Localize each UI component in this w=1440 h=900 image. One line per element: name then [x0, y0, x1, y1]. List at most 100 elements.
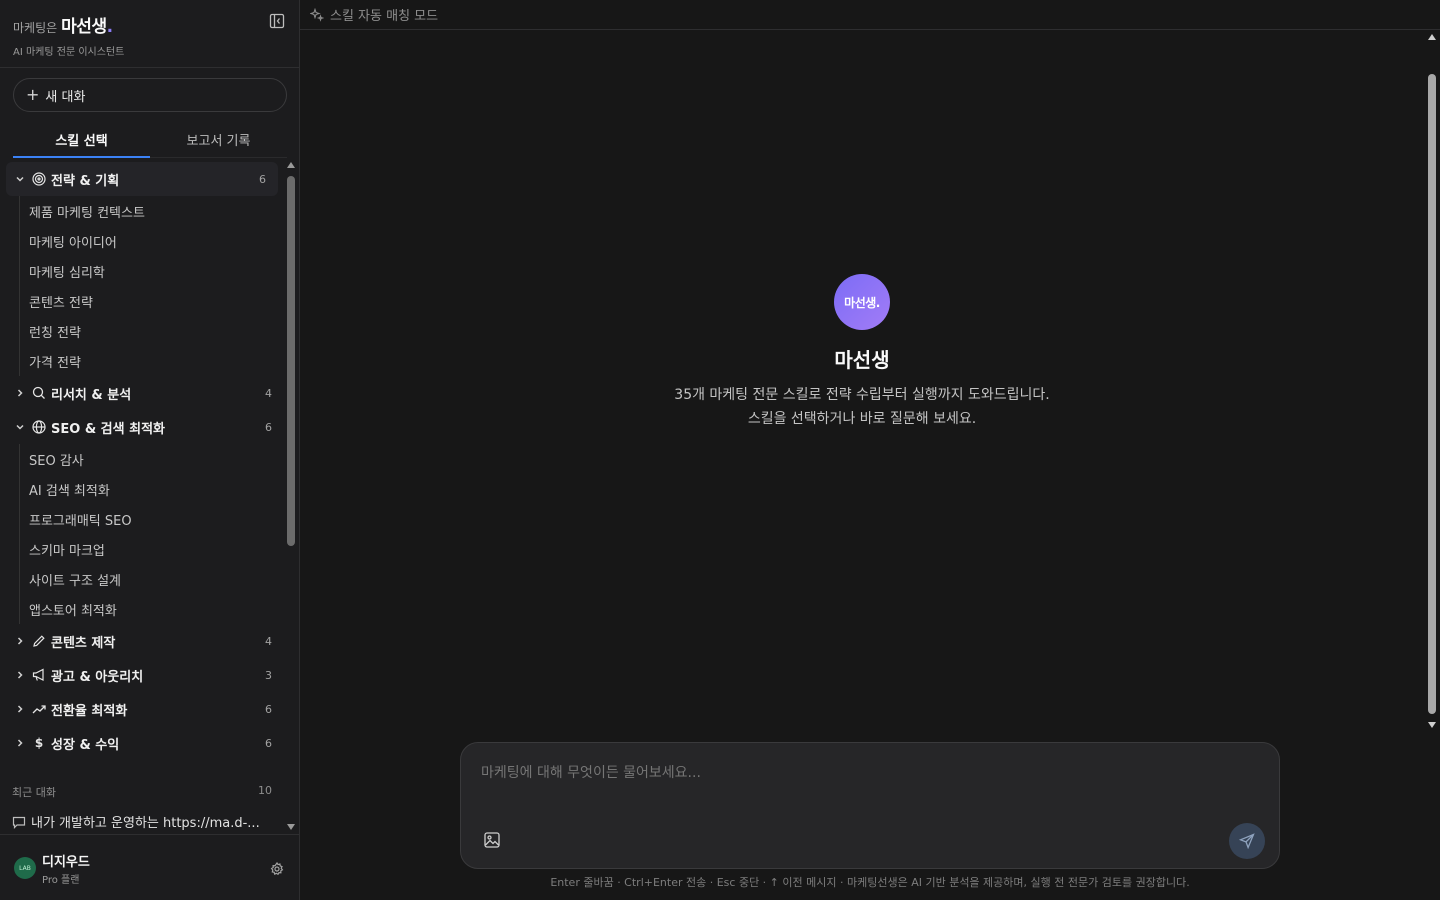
recent-conversation-item[interactable]: 내가 개발하고 운영하는 https://ma.d-... [12, 812, 274, 831]
category-content[interactable]: 콘텐츠 제작 4 [0, 624, 284, 658]
settings-button[interactable] [270, 861, 284, 876]
sidebar-scrollbar[interactable] [285, 160, 298, 832]
pencil-icon [32, 634, 46, 648]
category-conversion[interactable]: 전환율 최적화 6 [0, 692, 284, 726]
category-label: 리서치 & 분석 [51, 387, 132, 403]
skill-item[interactable]: 마케팅 심리학 [20, 256, 284, 286]
category-count: 6 [265, 702, 272, 716]
topbar: 스킬 자동 매칭 모드 [300, 0, 1440, 30]
tab-report-history[interactable]: 보고서 기록 [150, 122, 287, 157]
skill-item[interactable]: 사이트 구조 설계 [20, 564, 284, 594]
category-label: 콘텐츠 제작 [51, 635, 116, 651]
scroll-down-arrow-icon[interactable] [1428, 722, 1436, 728]
chevron-down-icon [14, 174, 26, 184]
welcome-hero: 마선생. 마선생 35개 마케팅 전문 스킬로 전략 수립부터 실행까지 도와드… [562, 274, 1162, 431]
new-chat-label: 새 대화 [45, 89, 86, 105]
header-divider [0, 67, 300, 68]
attach-image-button[interactable] [483, 831, 501, 849]
brand-prefix: 마케팅은 [13, 21, 58, 35]
image-icon [484, 832, 500, 848]
chevron-right-icon [14, 388, 26, 398]
scroll-up-arrow-icon[interactable] [1428, 34, 1436, 40]
category-count: 6 [265, 420, 272, 434]
category-items: SEO 감사 AI 검색 최적화 프로그래매틱 SEO 스키마 마크업 사이트 … [19, 444, 284, 624]
skill-list: 전략 & 기획 6 제품 마케팅 컨텍스트 마케팅 아이디어 마케팅 심리학 콘… [0, 162, 284, 768]
skill-item[interactable]: SEO 감사 [20, 444, 284, 474]
category-count: 6 [265, 736, 272, 750]
plus-icon: + [26, 85, 40, 104]
skill-item[interactable]: 가격 전략 [20, 346, 284, 376]
category-label: 광고 & 아웃리치 [51, 669, 144, 685]
hero-desc-line: 35개 마케팅 전문 스킬로 전략 수립부터 실행까지 도와드립니다. [674, 387, 1050, 403]
skill-item[interactable]: 콘텐츠 전략 [20, 286, 284, 316]
brand-subtitle: AI 마케팅 전문 이시스턴트 [13, 47, 125, 58]
skill-item[interactable]: 프로그래매틱 SEO [20, 504, 284, 534]
sidebar-collapse-icon [269, 13, 285, 29]
main-scrollbar[interactable] [1425, 30, 1439, 732]
scrollbar-thumb[interactable] [1428, 74, 1436, 714]
category-count: 4 [265, 634, 272, 648]
category-label: 전환율 최적화 [51, 703, 128, 719]
category-label: 성장 & 수익 [51, 737, 120, 753]
hero-description: 35개 마케팅 전문 스킬로 전략 수립부터 실행까지 도와드립니다. 스킬을 … [562, 383, 1162, 431]
skill-item[interactable]: 런칭 전략 [20, 316, 284, 346]
user-bar: LAB 디지우드 Pro 플랜 [0, 834, 300, 900]
trending-up-icon [32, 702, 46, 716]
recent-header: 최근 대화 10 [12, 784, 272, 800]
skill-item[interactable]: 스키마 마크업 [20, 534, 284, 564]
sidebar-tabs: 스킬 선택 보고서 기록 [13, 122, 287, 158]
chevron-down-icon [14, 422, 26, 432]
brand-dot: . [106, 17, 113, 37]
main-panel: 스킬 자동 매칭 모드 마선생. 마선생 35개 마케팅 전문 스킬로 전략 수… [300, 0, 1440, 900]
skill-item[interactable]: AI 검색 최적화 [20, 474, 284, 504]
mode-label[interactable]: 스킬 자동 매칭 모드 [330, 5, 438, 24]
chevron-right-icon [14, 704, 26, 714]
recent-conversation-title: 내가 개발하고 운영하는 https://ma.d-... [31, 816, 260, 831]
new-chat-button[interactable]: + 새 대화 [13, 78, 287, 112]
category-seo[interactable]: SEO & 검색 최적화 6 [0, 410, 284, 444]
category-count: 3 [265, 668, 272, 682]
skill-item[interactable]: 앱스토어 최적화 [20, 594, 284, 624]
skill-item[interactable]: 제품 마케팅 컨텍스트 [20, 196, 284, 226]
hero-desc-line: 스킬을 선택하거나 바로 질문해 보세요. [747, 411, 977, 427]
category-items: 제품 마케팅 컨텍스트 마케팅 아이디어 마케팅 심리학 콘텐츠 전략 런칭 전… [19, 196, 284, 376]
globe-icon [32, 420, 46, 434]
category-label: 전략 & 기획 [51, 173, 120, 189]
skill-item[interactable]: 마케팅 아이디어 [20, 226, 284, 256]
chevron-right-icon [14, 738, 26, 748]
app-root: 마케팅은 마선생. AI 마케팅 전문 이시스턴트 + 새 대화 스킬 선택 보… [0, 0, 1440, 900]
hero-title: 마선생 [834, 348, 890, 372]
app-logo: 마선생. [834, 274, 890, 330]
sparkle-icon [310, 7, 324, 22]
chevron-right-icon [14, 670, 26, 680]
category-strategy[interactable]: 전략 & 기획 6 [6, 162, 278, 196]
scrollbar-thumb[interactable] [287, 176, 295, 546]
category-count: 4 [265, 386, 272, 400]
user-plan: Pro 플랜 [42, 875, 80, 886]
category-research[interactable]: 리서치 & 분석 4 [0, 376, 284, 410]
category-ads[interactable]: 광고 & 아웃리치 3 [0, 658, 284, 692]
recent-label: 최근 대화 [12, 786, 56, 799]
sidebar-collapse-button[interactable] [267, 11, 287, 31]
chat-bubble-icon [12, 816, 26, 829]
avatar[interactable]: LAB [14, 857, 36, 879]
send-icon [1239, 833, 1255, 849]
category-label: SEO & 검색 최적화 [51, 421, 166, 437]
megaphone-icon [32, 668, 46, 682]
dollar-icon: $ [34, 736, 44, 750]
tab-skill-select[interactable]: 스킬 선택 [13, 122, 150, 158]
target-icon [32, 172, 46, 186]
scroll-down-arrow-icon[interactable] [287, 824, 295, 830]
send-button[interactable] [1229, 823, 1265, 859]
message-input[interactable] [481, 765, 1181, 781]
category-growth[interactable]: $ 성장 & 수익 6 [0, 726, 284, 760]
brand-name: 마선생. [61, 17, 113, 37]
search-icon [32, 386, 46, 400]
recent-count: 10 [258, 784, 272, 797]
user-name: 디지우드 [42, 855, 90, 870]
category-count: 6 [259, 172, 266, 186]
message-composer [460, 742, 1280, 869]
brand: 마케팅은 마선생. AI 마케팅 전문 이시스턴트 [13, 12, 124, 58]
chevron-right-icon [14, 636, 26, 646]
scroll-up-arrow-icon[interactable] [287, 162, 295, 168]
